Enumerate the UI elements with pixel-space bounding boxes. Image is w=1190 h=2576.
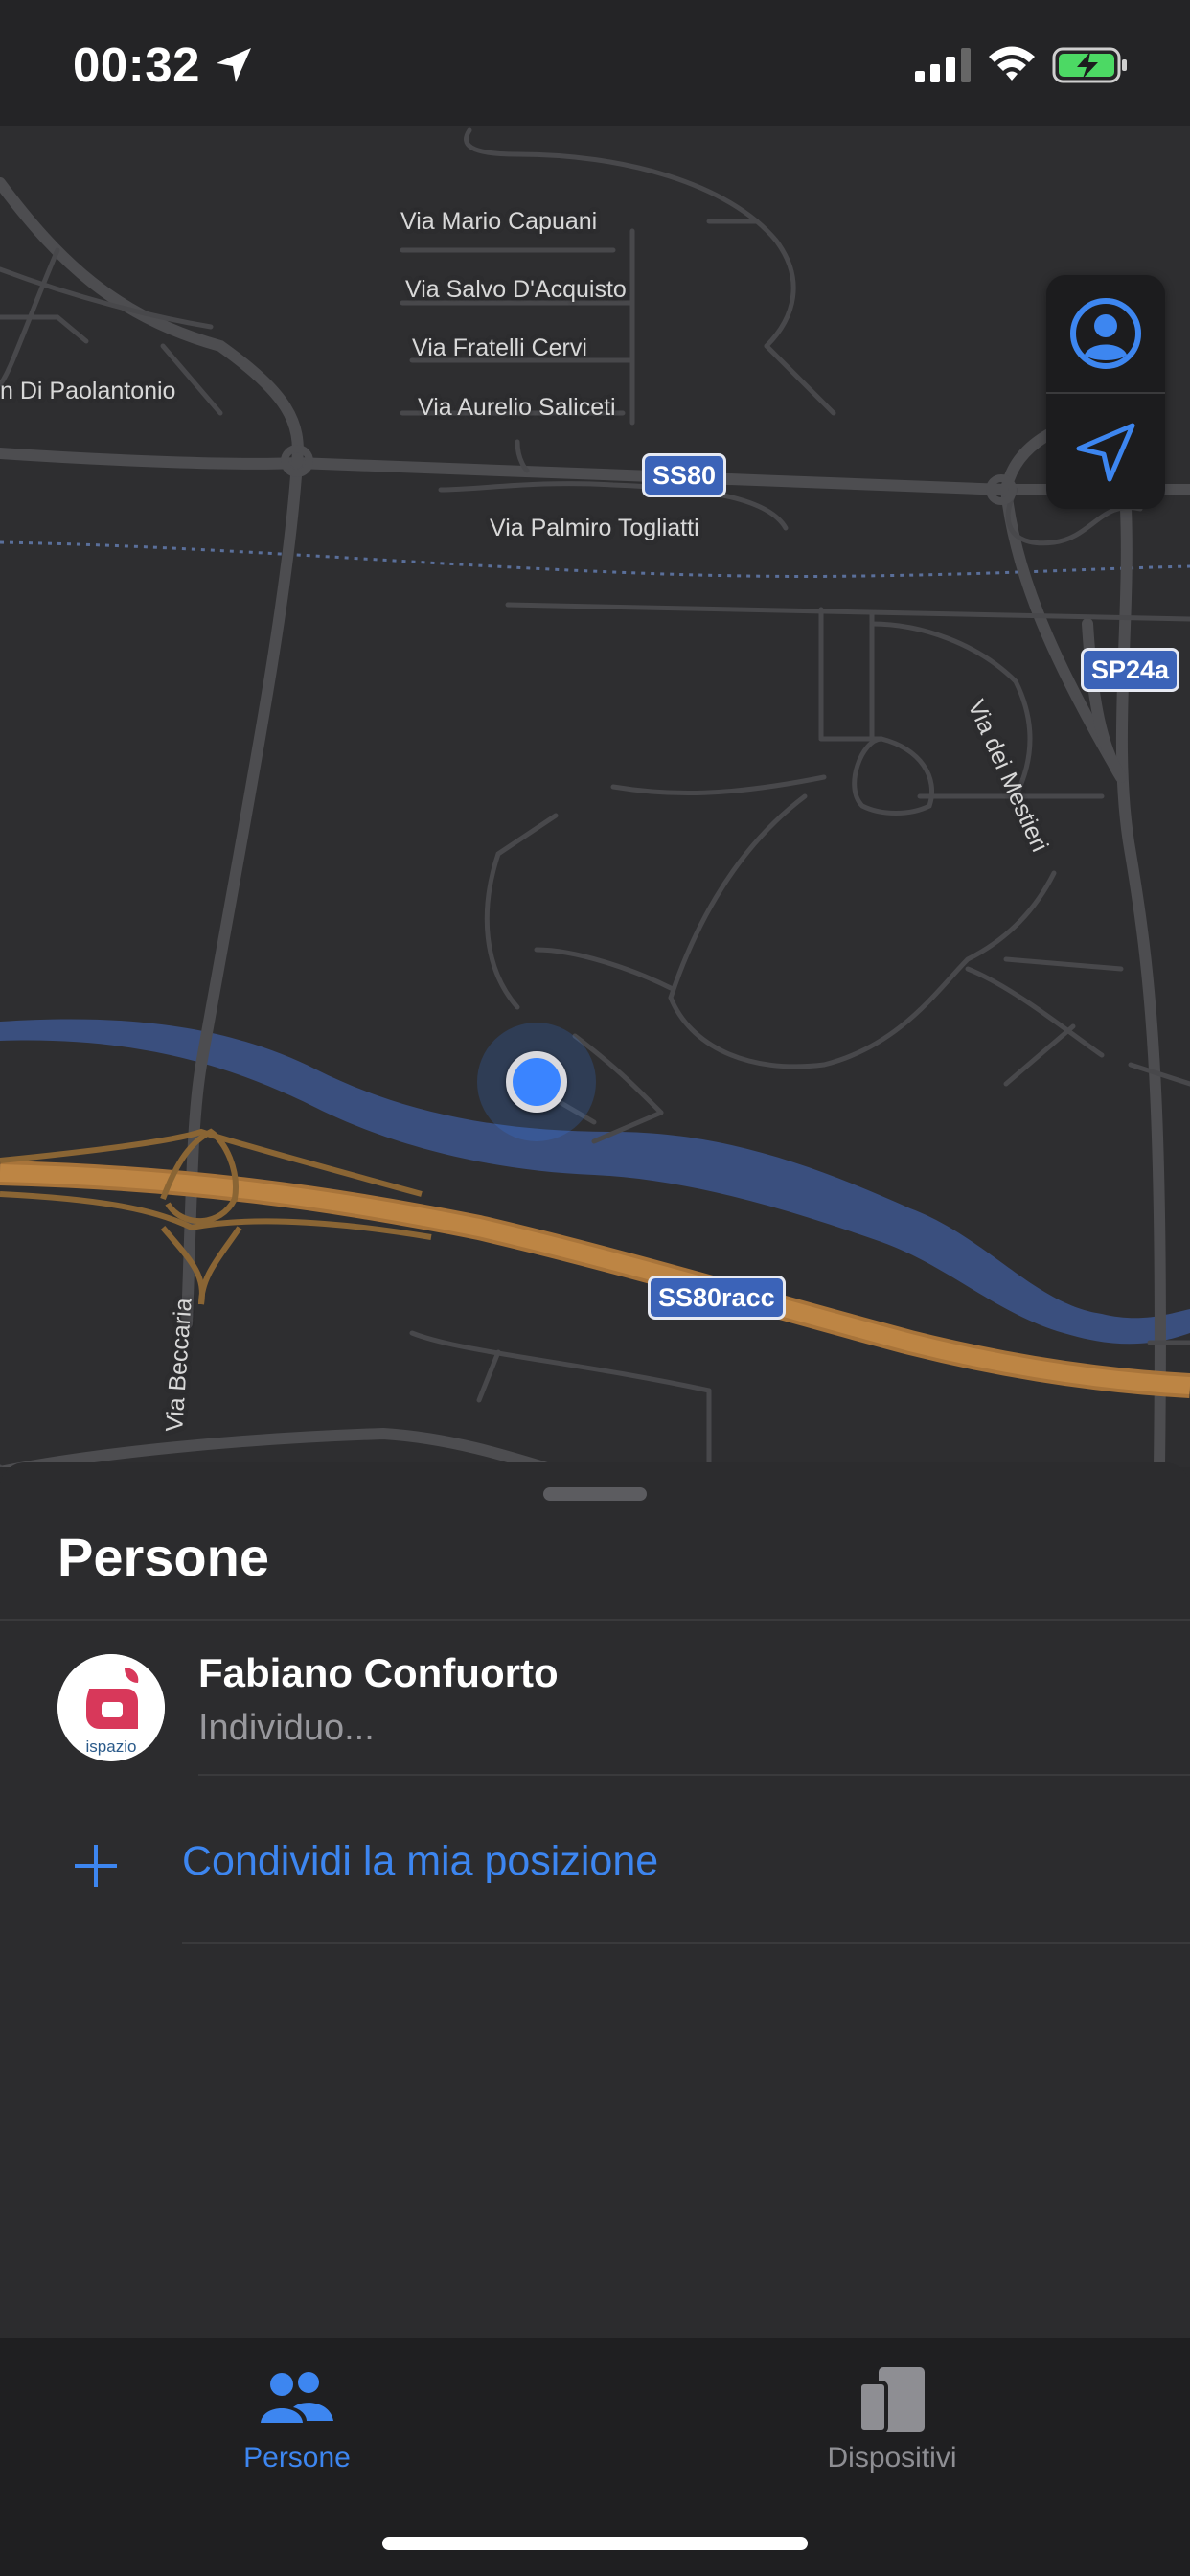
share-location-label[interactable]: Condividi la mia posizione	[182, 1838, 658, 1885]
status-time: 00:32	[73, 37, 200, 92]
tab-devices[interactable]: Dispositivi	[748, 2338, 1036, 2501]
map-view[interactable]: Via Mario Capuani Via Salvo D'Acquisto V…	[0, 126, 1190, 1467]
people-sheet[interactable]: Persone ispazio Fabiano Confuorto Indivi…	[0, 1462, 1190, 2338]
avatar-logo-text: ispazio	[86, 1737, 137, 1756]
people-icon	[261, 2372, 333, 2423]
street-label: Via Palmiro Togliatti	[490, 515, 699, 541]
person-circle-icon	[1070, 298, 1141, 369]
user-location-dot[interactable]	[506, 1051, 567, 1113]
devices-icon	[858, 2367, 925, 2432]
battery-charging-icon	[1052, 47, 1127, 83]
street-label: Via Mario Capuani	[400, 208, 598, 235]
person-name: Fabiano Confuorto	[198, 1650, 559, 1695]
tab-devices-label: Dispositivi	[827, 2442, 957, 2473]
location-arrow-icon	[217, 48, 251, 82]
person-row[interactable]	[0, 1621, 1190, 1778]
street-label: Via Salvo D'Acquisto	[405, 276, 627, 303]
road-shield: SP24a	[1081, 648, 1180, 692]
map-controls	[1046, 275, 1165, 509]
location-arrow-icon	[1076, 423, 1135, 482]
road-shield: SS80racc	[648, 1276, 786, 1320]
cellular-signal-icon	[915, 48, 971, 82]
sheet-title: Persone	[57, 1527, 269, 1587]
road-shield: SS80	[642, 453, 727, 497]
divider	[182, 1942, 1190, 1944]
avatar: ispazio	[57, 1654, 165, 1761]
plus-icon	[75, 1845, 117, 1887]
locate-me-button[interactable]	[1046, 394, 1165, 511]
status-bar: 00:32	[0, 0, 1190, 126]
account-button[interactable]	[1046, 275, 1165, 392]
street-label: Via Fratelli Cervi	[412, 334, 587, 361]
home-indicator	[382, 2537, 808, 2550]
avatar-logo: ispazio	[57, 1654, 165, 1761]
street-label: Via Aurelio Saliceti	[418, 394, 616, 421]
divider	[198, 1774, 1190, 1776]
wifi-icon	[989, 46, 1035, 80]
street-label: n Di Paolantonio	[0, 378, 176, 404]
tab-people[interactable]: Persone	[153, 2338, 441, 2501]
sheet-grabber[interactable]	[543, 1487, 647, 1501]
tab-people-label: Persone	[243, 2442, 351, 2473]
person-status: Individuo...	[198, 1708, 375, 1748]
